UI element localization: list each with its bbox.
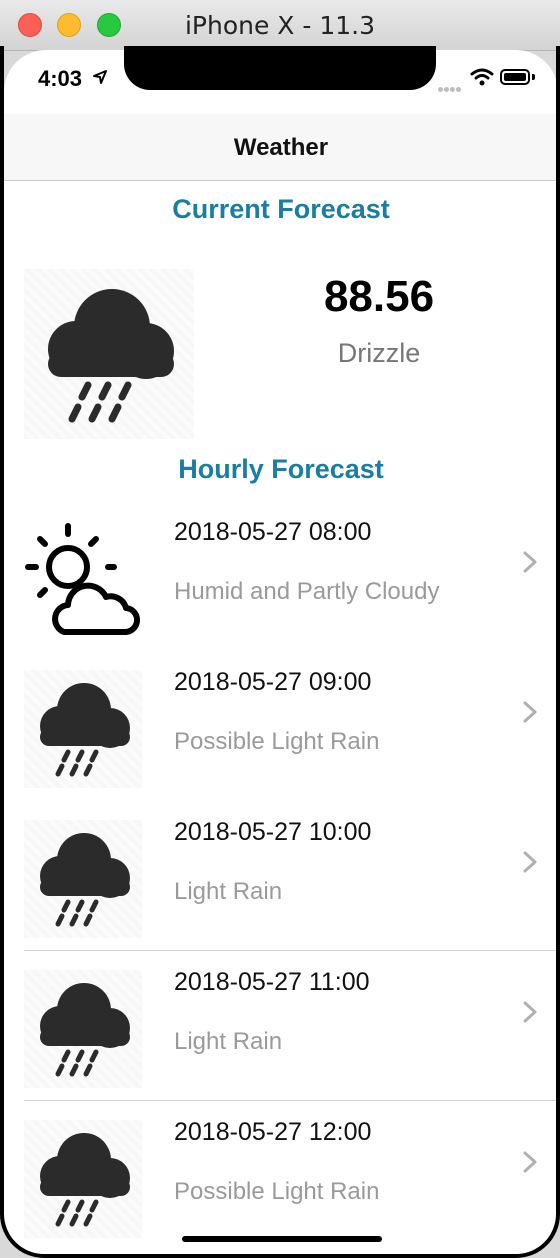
hourly-time: 2018-05-27 12:00: [174, 1118, 372, 1146]
hourly-summary: Possible Light Rain: [174, 728, 380, 755]
current-forecast-title: Current Forecast: [172, 194, 390, 224]
hourly-time: 2018-05-27 09:00: [174, 668, 372, 696]
hourly-row[interactable]: 2018-05-27 12:00 Possible Light Rain: [4, 1100, 558, 1249]
hourly-time: 2018-05-27 11:00: [174, 968, 370, 996]
weather-icon: [24, 1120, 142, 1238]
home-indicator[interactable]: [182, 1236, 382, 1242]
rain-cloud-icon: [48, 289, 174, 423]
hourly-summary: Humid and Partly Cloudy: [174, 578, 440, 605]
window-title: iPhone X - 11.3: [184, 11, 376, 40]
rain-cloud-icon: [40, 683, 130, 777]
partly-cloudy-day-icon: [25, 523, 140, 636]
phone-screen: Weather Current Forecast 88.56 Drizzle H…: [4, 50, 558, 1254]
rain-cloud-icon: [40, 983, 130, 1077]
hourly-row[interactable]: 2018-05-27 11:00 Light Rain: [4, 950, 558, 1099]
nav-title: Weather: [233, 134, 329, 161]
hourly-row[interactable]: 2018-05-27 08:00 Humid and Partly Cloudy: [4, 500, 558, 649]
hourly-row[interactable]: 2018-05-27 10:00 Light Rain: [4, 800, 558, 949]
chevron-right-icon: [523, 551, 537, 573]
chevron-right-icon: [523, 1151, 537, 1173]
weather-icon: [24, 820, 142, 938]
chevron-right-icon: [523, 701, 537, 723]
current-summary: Drizzle: [337, 338, 421, 368]
hourly-time: 2018-05-27 10:00: [174, 818, 372, 846]
weather-icon: [24, 520, 142, 638]
weather-icon: [24, 970, 142, 1088]
hourly-summary: Light Rain: [174, 1028, 283, 1055]
rain-cloud-icon: [40, 833, 130, 927]
navigation-bar: Weather: [4, 114, 558, 181]
hourly-forecast-title: Hourly Forecast: [178, 454, 384, 484]
hourly-row[interactable]: 2018-05-27 09:00 Possible Light Rain: [4, 650, 558, 799]
chevron-right-icon: [523, 1001, 537, 1023]
current-weather-icon: [24, 269, 194, 439]
rain-cloud-icon: [40, 1133, 130, 1227]
hourly-summary: Possible Light Rain: [174, 1178, 380, 1205]
weather-icon: [24, 670, 142, 788]
simulator-title-bar: iPhone X - 11.3: [0, 0, 560, 51]
current-temperature: 88.56: [323, 272, 435, 321]
chevron-right-icon: [523, 851, 537, 873]
hourly-summary: Light Rain: [174, 878, 283, 905]
hourly-time: 2018-05-27 08:00: [174, 518, 372, 546]
